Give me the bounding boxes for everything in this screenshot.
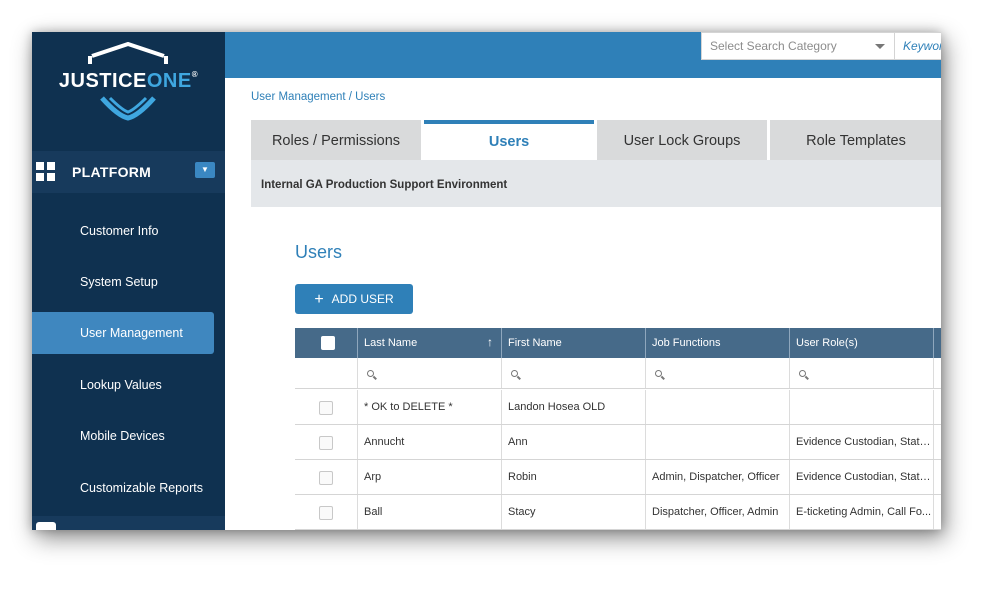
column-user-roles[interactable]: User Role(s) (790, 328, 934, 358)
sidebar-item-user-management[interactable]: User Management (32, 312, 214, 354)
tab-users[interactable]: Users (424, 120, 594, 160)
platform-label: PLATFORM (72, 164, 152, 180)
cell-user-roles (790, 390, 934, 424)
tab-bar: Roles / Permissions Users User Lock Grou… (251, 120, 941, 160)
search-icon (799, 370, 806, 377)
select-all-column (295, 328, 358, 358)
row-select-cell (295, 495, 358, 529)
cell-first-name: Ann (502, 425, 646, 459)
cell-job-functions (646, 425, 790, 459)
sidebar-item-system-setup[interactable]: System Setup (32, 261, 214, 303)
cell-user-roles: E-ticketing Admin, Call Fo... (790, 495, 934, 529)
cell-first-name: Stacy (502, 495, 646, 529)
app-window: JUSTICEONE® PLATFORM ▼ Customer Info Sys… (32, 32, 941, 530)
justiceone-logo[interactable]: JUSTICEONE® (32, 32, 225, 150)
table-row[interactable]: Annucht Ann Evidence Custodian, State ..… (295, 425, 941, 460)
platform-section-header[interactable]: PLATFORM ▼ (32, 151, 225, 193)
sidebar: JUSTICEONE® PLATFORM ▼ Customer Info Sys… (32, 32, 225, 530)
table-row[interactable]: Arp Robin Admin, Dispatcher, Officer Evi… (295, 460, 941, 495)
brand-wordmark: JUSTICEONE® (58, 70, 199, 92)
plus-icon: + (314, 291, 324, 308)
sidebar-item-customer-info[interactable]: Customer Info (32, 210, 214, 252)
column-last-name[interactable]: Last Name ↑ (358, 328, 502, 358)
top-bar: Select Search Category Keyword (225, 32, 941, 78)
row-checkbox[interactable] (319, 436, 333, 450)
cell-job-functions: Dispatcher, Officer, Admin (646, 495, 790, 529)
search-icon (367, 370, 374, 377)
chevron-down-icon[interactable]: ▼ (195, 162, 215, 178)
row-select-cell (295, 460, 358, 494)
cell-last-name: * OK to DELETE * (358, 390, 502, 424)
cell-first-name: Robin (502, 460, 646, 494)
filter-first-name[interactable] (502, 358, 646, 388)
sidebar-next-section (32, 516, 225, 530)
sidebar-item-mobile-devices[interactable]: Mobile Devices (32, 415, 214, 457)
table-row[interactable]: Ball Stacy Dispatcher, Officer, Admin E-… (295, 495, 941, 530)
cell-job-functions (646, 390, 790, 424)
cell-last-name: Ball (358, 495, 502, 529)
breadcrumb[interactable]: User Management / Users (251, 91, 385, 103)
caret-down-icon (875, 44, 885, 49)
search-icon (655, 370, 662, 377)
select-all-checkbox[interactable] (321, 336, 335, 350)
column-first-name[interactable]: First Name (502, 328, 646, 358)
tab-role-templates[interactable]: Role Templates (770, 120, 941, 160)
cell-last-name: Annucht (358, 425, 502, 459)
filter-user-roles[interactable] (790, 358, 934, 388)
cell-first-name: Landon Hosea OLD (502, 390, 646, 424)
search-category-select[interactable]: Select Search Category (701, 32, 895, 60)
environment-banner: Internal GA Production Support Environme… (251, 160, 941, 207)
keyword-input[interactable]: Keyword (895, 32, 941, 60)
row-checkbox[interactable] (319, 506, 333, 520)
filter-job-functions[interactable] (646, 358, 790, 388)
sidebar-item-lookup-values[interactable]: Lookup Values (32, 364, 214, 406)
sidebar-item-customizable-reports[interactable]: Customizable Reports (32, 467, 214, 509)
column-job-functions[interactable]: Job Functions (646, 328, 790, 358)
row-select-cell (295, 425, 358, 459)
table-row[interactable]: * OK to DELETE * Landon Hosea OLD (295, 390, 941, 425)
page-title: Users (295, 242, 343, 262)
table-header: Last Name ↑ First Name Job Functions User… (295, 328, 941, 358)
cell-job-functions: Admin, Dispatcher, Officer (646, 460, 790, 494)
search-icon (511, 370, 518, 377)
cell-user-roles: Evidence Custodian, State ... (790, 460, 934, 494)
filter-last-name[interactable] (358, 358, 502, 388)
cell-user-roles: Evidence Custodian, State ... (790, 425, 934, 459)
tab-roles-permissions[interactable]: Roles / Permissions (251, 120, 421, 160)
row-select-cell (295, 390, 358, 424)
row-checkbox[interactable] (319, 401, 333, 415)
add-user-button[interactable]: + ADD USER (295, 284, 413, 314)
tab-user-lock-groups[interactable]: User Lock Groups (597, 120, 767, 160)
filter-spacer (295, 358, 358, 388)
grid-icon (36, 162, 55, 181)
sort-ascending-icon[interactable]: ↑ (487, 327, 493, 357)
calendar-icon (36, 522, 56, 530)
add-user-label: ADD USER (331, 292, 394, 306)
row-checkbox[interactable] (319, 471, 333, 485)
cell-last-name: Arp (358, 460, 502, 494)
filter-row (295, 358, 941, 389)
